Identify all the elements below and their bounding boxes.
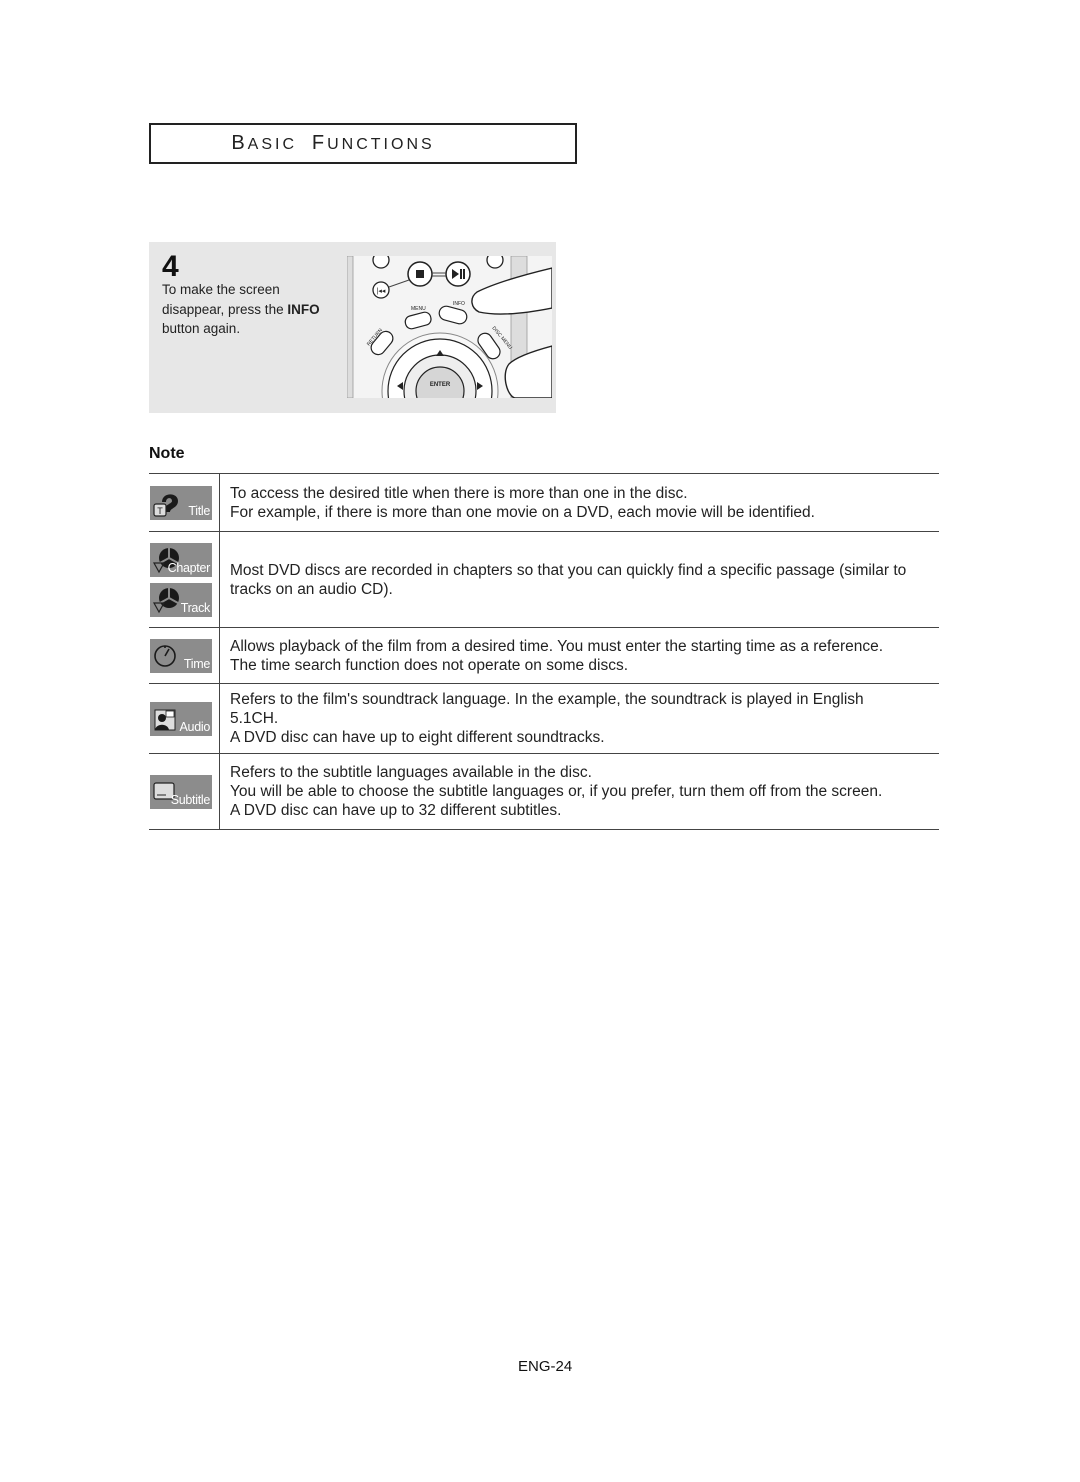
- note-row-subtitle: Subtitle Refers to the subtitle language…: [149, 753, 940, 830]
- track-icon: Track: [150, 582, 212, 617]
- chapter-icon: Chapter: [150, 542, 212, 577]
- title-icon-label: Title: [188, 503, 210, 518]
- note-line: The time search function does not operat…: [230, 656, 629, 674]
- time-icon-label: Time: [183, 656, 210, 671]
- note-line: For example, if there is more than one m…: [230, 503, 815, 521]
- icon-cell: T Title: [149, 473, 220, 532]
- note-row-time: Time Allows playback of the film from a …: [149, 627, 940, 684]
- text-cell: To access the desired title when there i…: [220, 474, 940, 532]
- title-icon: T Title: [150, 485, 212, 520]
- step-text-bold: INFO: [287, 301, 320, 317]
- track-icon-label: Track: [180, 600, 211, 615]
- page-number: ENG-24: [518, 1358, 573, 1375]
- text-cell: Most DVD discs are recorded in chapters …: [220, 532, 940, 628]
- title-initial-b: B: [231, 132, 248, 154]
- icon-cell: Chapter Track: [149, 531, 220, 628]
- note-row-audio: Audio Refers to the film's soundtrack la…: [149, 683, 940, 754]
- note-line: Refers to the film's soundtrack language…: [230, 691, 864, 727]
- text-cell: Allows playback of the film from a desir…: [220, 628, 940, 684]
- note-line: Allows playback of the film from a desir…: [230, 637, 884, 655]
- note-label: Note: [149, 445, 185, 462]
- audio-icon-label: Audio: [179, 719, 211, 734]
- subtitle-icon: Subtitle: [150, 774, 212, 809]
- stop-button: [407, 261, 433, 287]
- subtitle-icon-label: Subtitle: [170, 792, 211, 807]
- title-initial-f: F: [311, 132, 328, 154]
- note-line: You will be able to choose the subtitle …: [230, 783, 883, 800]
- section-title: BASIC FUNCTIONS: [231, 132, 434, 155]
- svg-text:|◂◂: |◂◂: [377, 288, 386, 295]
- section-header: BASIC FUNCTIONS: [149, 123, 577, 164]
- enter-label: ENTER: [430, 382, 451, 388]
- note-line: A DVD disc can have up to eight differen…: [230, 729, 605, 746]
- step-number: 4: [162, 250, 179, 283]
- play-pause-button: [445, 261, 471, 287]
- remote-control-illustration: |◂◂ MENU INFO RETURN DISC MENU ENTER: [347, 256, 552, 398]
- step-instruction: To make the screen disappear, press the …: [162, 280, 342, 339]
- title-rest-basic: ASIC: [247, 136, 297, 153]
- audio-icon: Audio: [150, 701, 212, 736]
- note-line: To access the desired title when there i…: [230, 484, 688, 502]
- note-row-title: T Title To access the desired title when…: [149, 473, 940, 532]
- info-label: INFO: [453, 301, 465, 307]
- title-rest-functions: UNCTIONS: [327, 136, 435, 153]
- step-text-before: To make the screen disappear, press the: [162, 282, 288, 317]
- step-text-after: button again.: [162, 321, 241, 336]
- icon-cell: Time: [149, 627, 220, 684]
- menu-label: MENU: [411, 306, 426, 312]
- fast-forward-button: [486, 256, 504, 269]
- step-box: 4 To make the screen disappear, press th…: [149, 242, 556, 413]
- svg-text:T: T: [157, 506, 163, 516]
- note-line: A DVD disc can have up to 32 different s…: [230, 802, 562, 819]
- text-cell: Refers to the subtitle languages availab…: [220, 754, 940, 830]
- note-row-chapter-track: Chapter Track Most DVD discs are recorde…: [149, 531, 940, 628]
- icon-cell: Audio: [149, 683, 220, 754]
- time-icon: Time: [150, 638, 212, 673]
- note-line: Most DVD discs are recorded in chapters …: [230, 561, 907, 598]
- text-cell: Refers to the film's soundtrack language…: [220, 684, 940, 754]
- icon-cell: Subtitle: [149, 753, 220, 830]
- rewind-button: [372, 256, 390, 269]
- note-table: T Title To access the desired title when…: [149, 473, 939, 830]
- note-line: Refers to the subtitle languages availab…: [230, 764, 592, 781]
- skip-back-button: |◂◂: [372, 281, 390, 299]
- chapter-icon-label: Chapter: [167, 560, 211, 575]
